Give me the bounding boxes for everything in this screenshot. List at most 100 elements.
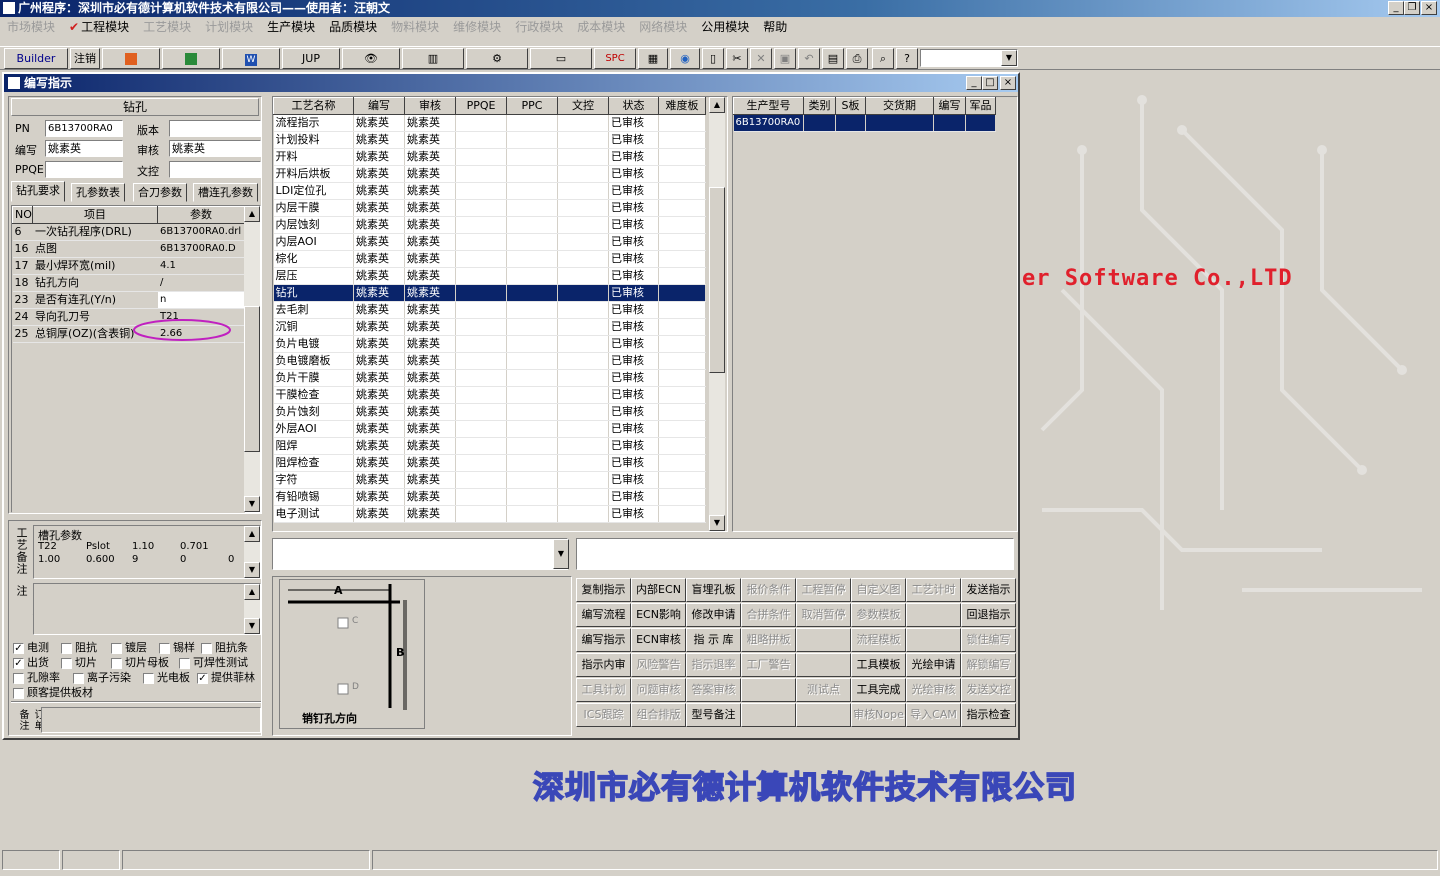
browser-icon[interactable]: ◉ bbox=[670, 48, 700, 69]
model-row[interactable]: 6B13700RA0 bbox=[733, 114, 996, 132]
action-button-1-0[interactable]: 编写流程 bbox=[576, 603, 631, 627]
action-button-1-4[interactable]: 取消暂停 bbox=[796, 603, 851, 627]
checkbox-option[interactable]: ✓ 出货 bbox=[13, 654, 49, 670]
checkbox-unchecked-icon[interactable] bbox=[73, 672, 84, 684]
process-row[interactable]: 层压 姚素英 姚素英 已审核 bbox=[273, 267, 706, 285]
action-button-4-7[interactable]: 发送文控 bbox=[961, 678, 1016, 702]
process-col-header[interactable]: 审核 bbox=[404, 97, 456, 115]
action-button-0-7[interactable]: 发送指示 bbox=[961, 578, 1016, 602]
process-row[interactable]: 去毛刺 姚素英 姚素英 已审核 bbox=[273, 301, 706, 319]
process-row[interactable]: 流程指示 姚素英 姚素英 已审核 bbox=[273, 114, 706, 132]
author-field[interactable]: 姚素英 bbox=[45, 140, 123, 157]
toolbar-combo[interactable]: ▼ bbox=[920, 49, 1018, 67]
checkbox-option[interactable]: 镀层 bbox=[111, 639, 147, 655]
model-col-header[interactable]: 生产型号 bbox=[733, 97, 804, 115]
process-row[interactable]: 内层干膜 姚素英 姚素英 已审核 bbox=[273, 199, 706, 217]
process-col-header[interactable]: PPQE bbox=[455, 97, 507, 115]
scroll-up-icon[interactable]: ▲ bbox=[244, 206, 260, 222]
process-row[interactable]: 阻焊 姚素英 姚素英 已审核 bbox=[273, 437, 706, 455]
param-row[interactable]: 18 钻孔方向 / bbox=[12, 274, 245, 292]
checkbox-option[interactable]: 阻抗条 bbox=[201, 639, 248, 655]
action-button-3-2[interactable]: 指示退率 bbox=[686, 653, 741, 677]
action-button-3-6[interactable]: 光绘申请 bbox=[906, 653, 961, 677]
tab-hole-params[interactable]: 孔参数表 bbox=[71, 183, 125, 202]
action-button-2-7[interactable]: 锁住编写 bbox=[961, 628, 1016, 652]
menu-item-2[interactable]: 工艺模块 bbox=[136, 17, 198, 37]
powerpoint-icon[interactable] bbox=[102, 48, 160, 69]
tab-slot-params[interactable]: 槽连孔参数 bbox=[193, 183, 258, 202]
jup-button[interactable]: JUP bbox=[282, 48, 340, 69]
action-button-3-5[interactable]: 工具模板 bbox=[851, 653, 906, 677]
process-row[interactable]: 棕化 姚素英 姚素英 已审核 bbox=[273, 250, 706, 268]
checkbox-option[interactable]: 可焊性测试 bbox=[179, 654, 248, 670]
action-button-2-2[interactable]: 指 示 库 bbox=[686, 628, 741, 652]
checkbox-unchecked-icon[interactable] bbox=[159, 642, 170, 654]
menu-item-6[interactable]: 物料模块 bbox=[384, 17, 446, 37]
menu-item-9[interactable]: 成本模块 bbox=[570, 17, 632, 37]
action-button-1-7[interactable]: 回退指示 bbox=[961, 603, 1016, 627]
process-row[interactable]: 钻孔 姚素英 姚素英 已审核 bbox=[273, 284, 706, 302]
action-button-0-1[interactable]: 内部ECN bbox=[631, 578, 686, 602]
checkbox-checked-icon[interactable]: ✓ bbox=[13, 657, 24, 669]
process-row[interactable]: 阻焊检查 姚素英 姚素英 已审核 bbox=[273, 454, 706, 472]
action-button-4-2[interactable]: 答案审核 bbox=[686, 678, 741, 702]
menu-item-1[interactable]: ✔ 工程模块 bbox=[62, 17, 136, 37]
control-field[interactable] bbox=[169, 161, 261, 178]
action-button-5-1[interactable]: 组合排版 bbox=[631, 703, 686, 727]
action-button-5-6[interactable]: 导入CAM bbox=[906, 703, 961, 727]
checkbox-option[interactable]: 离子污染 bbox=[73, 669, 131, 685]
checkbox-option[interactable]: 孔隙率 bbox=[13, 669, 60, 685]
checkbox-unchecked-icon[interactable] bbox=[111, 642, 122, 654]
slot-scrollbar[interactable]: ▲ ▼ bbox=[244, 526, 260, 578]
excel-icon[interactable] bbox=[162, 48, 220, 69]
process-row[interactable]: 计划投料 姚素英 姚素英 已审核 bbox=[273, 131, 706, 149]
menu-item-10[interactable]: 网络模块 bbox=[632, 17, 694, 37]
action-button-2-5[interactable]: 流程模板 bbox=[851, 628, 906, 652]
process-row[interactable]: 内层AOI 姚素英 姚素英 已审核 bbox=[273, 233, 706, 251]
process-row[interactable]: 负片干膜 姚素英 姚素英 已审核 bbox=[273, 369, 706, 387]
cut-icon[interactable]: ✂ bbox=[726, 48, 748, 69]
action-button-4-6[interactable]: 光绘审核 bbox=[906, 678, 961, 702]
slot-params-box[interactable]: 槽孔参数 T22 Pslot 1.10 0.701 1.00 0.600 9 0… bbox=[33, 525, 261, 579]
action-button-0-3[interactable]: 报价条件 bbox=[741, 578, 796, 602]
action-button-3-1[interactable]: 风险警告 bbox=[631, 653, 686, 677]
undo-icon[interactable]: ↶ bbox=[798, 48, 820, 69]
action-button-0-0[interactable]: 复制指示 bbox=[576, 578, 631, 602]
menu-item-0[interactable]: 市场模块 bbox=[0, 17, 62, 37]
scroll-down-icon[interactable]: ▼ bbox=[244, 562, 260, 578]
pn-field[interactable]: 6B13700RA0 bbox=[45, 120, 123, 137]
param-header-no[interactable]: NO bbox=[12, 206, 33, 224]
window-close-icon[interactable]: × bbox=[1000, 76, 1016, 90]
process-row[interactable]: 负电镀磨板 姚素英 姚素英 已审核 bbox=[273, 352, 706, 370]
new-file-icon[interactable]: ▯ bbox=[702, 48, 724, 69]
model-note-box[interactable]: ▲ ▼ bbox=[33, 583, 261, 635]
process-row[interactable]: 字符 姚素英 姚素英 已审核 bbox=[273, 471, 706, 489]
action-button-3-3[interactable]: 工厂警告 bbox=[741, 653, 796, 677]
process-row[interactable]: LDI定位孔 姚素英 姚素英 已审核 bbox=[273, 182, 706, 200]
checkbox-unchecked-icon[interactable] bbox=[143, 672, 154, 684]
scroll-thumb[interactable] bbox=[244, 306, 260, 452]
action-button-5-0[interactable]: ICS跟踪 bbox=[576, 703, 631, 727]
param-row[interactable]: 6 一次钻孔程序(DRL) 6B13700RA0.drl bbox=[12, 223, 245, 241]
process-row[interactable]: 开料 姚素英 姚素英 已审核 bbox=[273, 148, 706, 166]
model-col-header[interactable]: 交货期 bbox=[865, 97, 934, 115]
param-header-value[interactable]: 参数 bbox=[157, 206, 245, 224]
print-icon[interactable]: ⎙ bbox=[846, 48, 868, 69]
action-button-0-2[interactable]: 盲埋孔板 bbox=[686, 578, 741, 602]
param-header-item[interactable]: 项目 bbox=[32, 206, 158, 224]
menu-item-12[interactable]: 帮助 bbox=[756, 17, 794, 37]
model-note-scrollbar[interactable]: ▲ ▼ bbox=[244, 584, 260, 634]
builder-button[interactable]: Builder bbox=[4, 48, 68, 69]
checkbox-option[interactable]: 切片母板 bbox=[111, 654, 169, 670]
checkbox-option[interactable]: ✓ 电测 bbox=[13, 639, 49, 655]
param-row[interactable]: 23 是否有连孔(Y/n) n bbox=[12, 291, 245, 309]
process-row[interactable]: 负片蚀刻 姚素英 姚素英 已审核 bbox=[273, 403, 706, 421]
action-button-4-4[interactable]: 测试点 bbox=[796, 678, 851, 702]
menu-item-8[interactable]: 行政模块 bbox=[508, 17, 570, 37]
process-row[interactable]: 内层蚀刻 姚素英 姚素英 已审核 bbox=[273, 216, 706, 234]
window-maximize-icon[interactable]: □ bbox=[982, 76, 998, 90]
network-icon[interactable]: ⚙ bbox=[466, 48, 528, 69]
chevron-down-icon[interactable]: ▼ bbox=[553, 539, 569, 569]
spc-button[interactable]: SPC bbox=[594, 48, 636, 69]
tab-tool-params[interactable]: 合刀参数 bbox=[133, 183, 187, 202]
